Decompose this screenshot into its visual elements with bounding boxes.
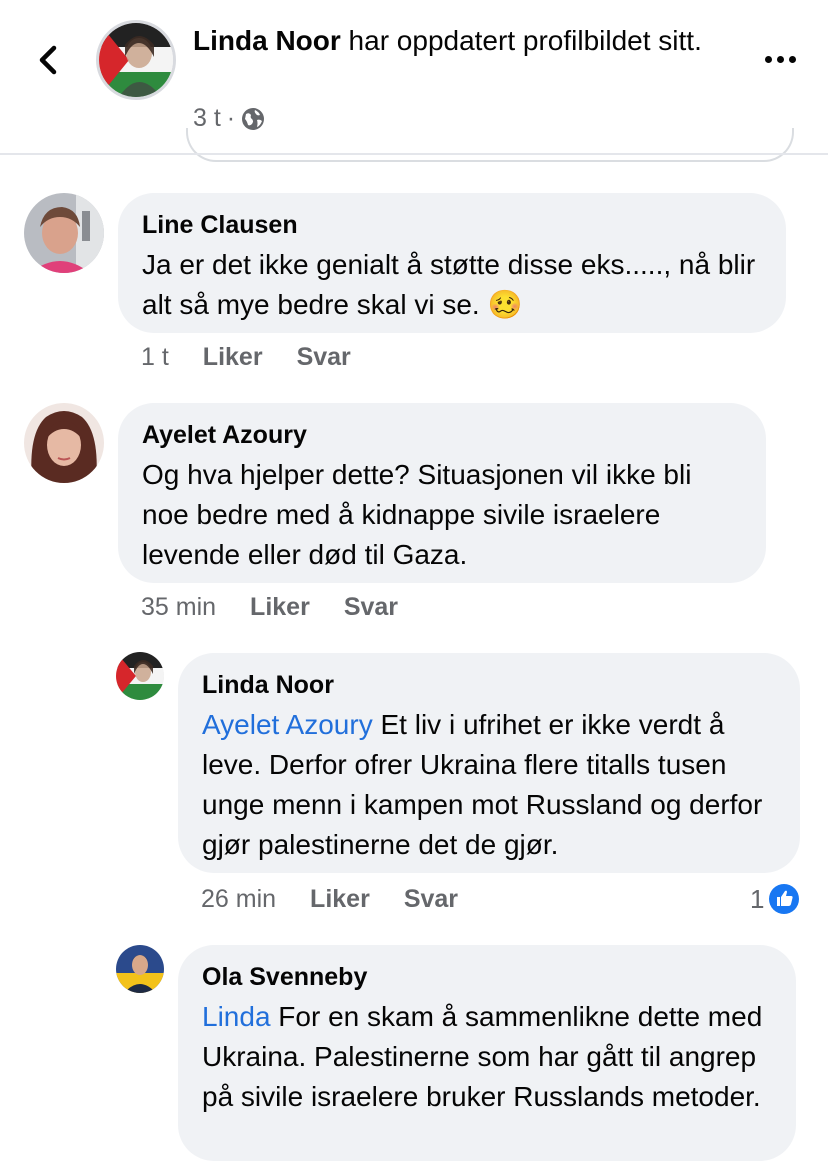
like-button[interactable]: Liker xyxy=(250,593,310,622)
reply-button[interactable]: Svar xyxy=(404,885,458,914)
reply-text: Ayelet Azoury Et liv i ufrihet er ikke v… xyxy=(202,705,776,865)
mention-link[interactable]: Ayelet Azoury xyxy=(202,709,373,740)
comment-text: Ja er det ikke genialt å støtte disse ek… xyxy=(142,245,762,325)
like-button[interactable]: Liker xyxy=(310,885,370,914)
reply-author[interactable]: Ola Svenneby xyxy=(202,961,772,993)
thumbs-up-icon xyxy=(769,884,800,914)
post-header: Linda Noor har oppdatert profilbildet si… xyxy=(0,0,828,162)
reply-button[interactable]: Svar xyxy=(297,343,351,372)
comment-time[interactable]: 1 t xyxy=(141,343,169,372)
comment-actions: 35 min Liker Svar xyxy=(141,593,432,622)
mention-link[interactable]: Linda xyxy=(202,1001,271,1032)
post-title: Linda Noor har oppdatert profilbildet si… xyxy=(193,22,733,60)
post-action-text: har oppdatert profilbildet sitt. xyxy=(340,25,702,56)
header-divider xyxy=(0,153,828,155)
chevron-left-icon xyxy=(39,45,57,75)
comment-body: Ja er det ikke genialt å støtte disse ek… xyxy=(142,249,756,320)
globe-icon xyxy=(242,107,265,130)
scroll-shadow xyxy=(186,128,794,162)
avatar-line-clausen[interactable] xyxy=(24,193,104,273)
reply-body: For en skam å sammenlikne dette med Ukra… xyxy=(202,1001,763,1112)
reply-author[interactable]: Linda Noor xyxy=(202,669,776,701)
avatar-ayelet-azoury[interactable] xyxy=(24,403,104,483)
reaction-summary[interactable]: 1 xyxy=(750,883,800,915)
comment-time[interactable]: 35 min xyxy=(141,593,216,622)
more-dot xyxy=(788,55,796,63)
more-horizontal-icon xyxy=(764,55,772,63)
reaction-count: 1 xyxy=(750,883,765,914)
comment-bubble[interactable]: Line Clausen Ja er det ikke genialt å st… xyxy=(118,193,786,333)
profile-avatar[interactable] xyxy=(96,20,176,100)
reply-time[interactable]: 26 min xyxy=(201,885,276,914)
avatar-linda-noor[interactable] xyxy=(116,652,164,700)
reply-text: Linda For en skam å sammenlikne dette me… xyxy=(202,997,772,1117)
avatar-ola-svenneby[interactable] xyxy=(116,945,164,993)
more-dot xyxy=(776,55,784,63)
comment-bubble[interactable]: Ayelet Azoury Og hva hjelper dette? Situ… xyxy=(118,403,766,583)
back-button[interactable] xyxy=(30,40,66,80)
reply-actions: 26 min Liker Svar xyxy=(201,885,492,914)
comment-author[interactable]: Ayelet Azoury xyxy=(142,419,742,451)
comment-author[interactable]: Line Clausen xyxy=(142,209,762,241)
reply-bubble[interactable]: Ola Svenneby Linda For en skam å sammenl… xyxy=(178,945,796,1161)
reply-button[interactable]: Svar xyxy=(344,593,398,622)
like-button[interactable]: Liker xyxy=(203,343,263,372)
poster-name[interactable]: Linda Noor xyxy=(193,25,341,56)
reply-bubble[interactable]: Linda Noor Ayelet Azoury Et liv i ufrihe… xyxy=(178,653,800,873)
more-options-button[interactable] xyxy=(760,44,800,74)
woozy-face-emoji: 🥴 xyxy=(487,289,523,320)
comment-body: Og hva hjelper dette? Situasjonen vil ik… xyxy=(142,459,692,570)
comment-actions: 1 t Liker Svar xyxy=(141,343,385,372)
